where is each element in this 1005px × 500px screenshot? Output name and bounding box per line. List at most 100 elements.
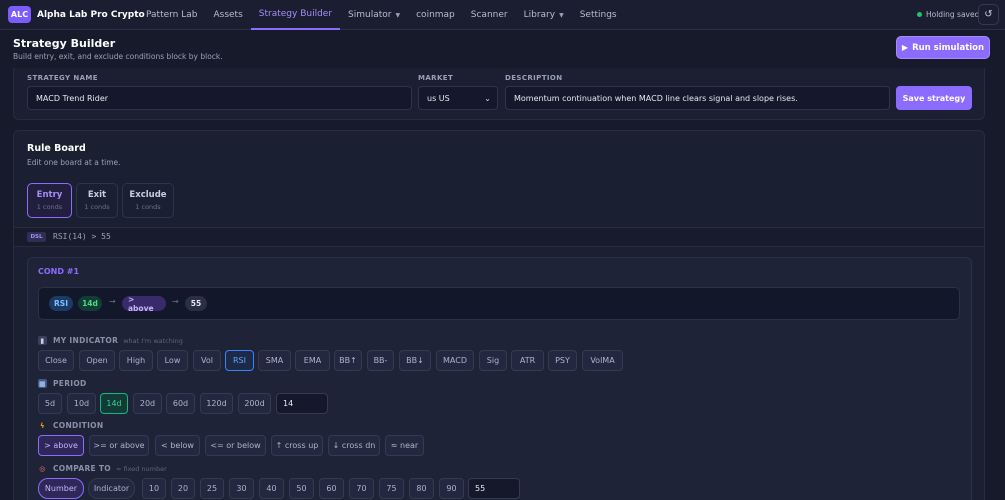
description-label: DESCRIPTION [505, 74, 563, 82]
indicator-chip-rsi[interactable]: RSI [225, 350, 254, 371]
tab-exclude-count: 1 conds [135, 203, 161, 211]
number-chip-80[interactable]: 80 [409, 478, 434, 499]
indicator-chip-ema[interactable]: EMA [295, 350, 330, 371]
tab-exclude[interactable]: Exclude 1 conds [122, 183, 174, 218]
page-title: Strategy Builder [13, 37, 116, 50]
market-value: us US [427, 93, 450, 103]
indicator-chip-vol[interactable]: Vol [193, 350, 221, 371]
holding-status: Holding saved [917, 10, 979, 19]
period-chip-14d[interactable]: 14d [100, 393, 128, 414]
chevron-down-icon: ⌄ [484, 94, 491, 103]
holding-status-label: Holding saved [926, 10, 980, 19]
dsl-badge: DSL [27, 232, 46, 242]
number-chip-10[interactable]: 10 [142, 478, 166, 499]
nav-simulator-label: Simulator [348, 10, 392, 20]
period-chip-200d[interactable]: 200d [238, 393, 271, 414]
chart-icon: ▮ [38, 336, 47, 345]
nav-coinmap[interactable]: coinmap [408, 0, 463, 30]
preview-indicator-pill: RSI [49, 296, 73, 311]
indicator-chip-bb-lower[interactable]: BB↓ [399, 350, 431, 371]
condition-chip-cross-down[interactable]: ↓ cross dn [328, 435, 380, 456]
number-chip-50[interactable]: 50 [289, 478, 314, 499]
top-nav-bar: ALC Alpha Lab Pro Crypto Pattern Lab Ass… [0, 0, 1005, 30]
number-chip-60[interactable]: 60 [319, 478, 344, 499]
condition-chip-or-below[interactable]: <= or below [205, 435, 266, 456]
status-dot-icon [917, 12, 922, 17]
calendar-icon: ▦ [38, 379, 47, 388]
indicator-chip-high[interactable]: High [119, 350, 153, 371]
indicator-chip-macd[interactable]: MACD [436, 350, 474, 371]
indicator-chip-bb-mid[interactable]: BB- [367, 350, 394, 371]
indicator-chip-psy[interactable]: PSY [548, 350, 577, 371]
nav-assets[interactable]: Assets [205, 0, 250, 30]
market-select[interactable]: us US ⌄ [418, 86, 498, 110]
compare-hint: = fixed number [115, 464, 167, 473]
nav-settings[interactable]: Settings [572, 0, 625, 30]
condition-chip-near[interactable]: ≈ near [385, 435, 424, 456]
compare-mode-number[interactable]: Number [38, 478, 84, 499]
tab-exclude-label: Exclude [129, 190, 167, 200]
indicator-chip-atr[interactable]: ATR [511, 350, 544, 371]
number-chip-30[interactable]: 30 [229, 478, 254, 499]
period-label-text: PERIOD [53, 379, 87, 388]
number-chip-70[interactable]: 70 [349, 478, 374, 499]
strategy-name-input[interactable]: MACD Trend Rider [27, 86, 412, 110]
compare-mode-indicator[interactable]: Indicator [88, 478, 135, 499]
run-simulation-button[interactable]: ▶ Run simulation [896, 36, 990, 59]
app-name: Alpha Lab Pro Crypto [37, 9, 145, 20]
condition-chip-cross-up[interactable]: ↑ cross up [271, 435, 323, 456]
indicator-chip-close[interactable]: Close [38, 350, 74, 371]
period-chip-20d[interactable]: 20d [133, 393, 162, 414]
condition-section-label: ϟ CONDITION [38, 421, 103, 430]
tab-exit-label: Exit [87, 190, 107, 200]
brand[interactable]: ALC Alpha Lab Pro Crypto [8, 6, 145, 23]
preview-operator-pill: > above [122, 295, 166, 313]
indicator-chip-bb-upper[interactable]: BB↑ [334, 350, 362, 371]
period-chip-120d[interactable]: 120d [200, 393, 233, 414]
period-chip-5d[interactable]: 5d [38, 393, 62, 414]
indicator-chip-open[interactable]: Open [79, 350, 115, 371]
tab-entry[interactable]: Entry 1 conds [27, 183, 72, 218]
tab-entry-count: 1 conds [36, 203, 63, 211]
refresh-icon[interactable]: ↺ [978, 4, 999, 25]
tab-exit[interactable]: Exit 1 conds [76, 183, 118, 218]
number-chip-25[interactable]: 25 [200, 478, 224, 499]
number-chip-75[interactable]: 75 [379, 478, 404, 499]
number-chip-20[interactable]: 20 [171, 478, 195, 499]
preview-period-pill: 14d [78, 296, 102, 311]
chevron-down-icon: ▼ [395, 11, 401, 19]
number-chip-40[interactable]: 40 [259, 478, 284, 499]
indicator-chip-volma[interactable]: VolMA [582, 350, 623, 371]
period-chip-60d[interactable]: 60d [166, 393, 195, 414]
arrow-right-icon: → [109, 297, 116, 306]
nav-strategy-builder[interactable]: Strategy Builder [250, 0, 341, 30]
indicator-hint: what I'm watching [123, 336, 183, 345]
main-nav: Pattern Lab Assets Strategy Builder Simu… [138, 0, 625, 30]
nav-pattern-lab[interactable]: Pattern Lab [138, 0, 205, 30]
preview-value-pill: 55 [185, 296, 207, 311]
rule-board-subtitle: Edit one board at a time. [27, 158, 121, 167]
description-input[interactable]: Momentum continuation when MACD line cle… [505, 86, 890, 110]
nav-simulator[interactable]: Simulator ▼ [340, 0, 408, 30]
period-chip-10d[interactable]: 10d [67, 393, 96, 414]
condition-chip-above[interactable]: > above [38, 435, 84, 456]
period-custom-input[interactable]: 14 [276, 393, 328, 414]
tab-exit-count: 1 conds [84, 203, 110, 211]
condition-chip-or-above[interactable]: >= or above [89, 435, 149, 456]
play-icon: ▶ [901, 43, 909, 52]
compare-value-input[interactable]: 55 [468, 478, 520, 499]
number-chip-90[interactable]: 90 [439, 478, 464, 499]
indicator-chip-sig[interactable]: Sig [479, 350, 507, 371]
indicator-label-text: MY INDICATOR [53, 336, 119, 345]
condition-chip-below[interactable]: < below [155, 435, 200, 456]
compare-section-label: ◎ COMPARE TO = fixed number [38, 464, 167, 473]
target-icon: ◎ [39, 464, 46, 473]
lightning-icon: ϟ [40, 421, 45, 430]
nav-scanner[interactable]: Scanner [463, 0, 516, 30]
dsl-expression: RSI(14) > 55 [53, 232, 111, 241]
indicator-chip-low[interactable]: Low [157, 350, 188, 371]
save-strategy-button[interactable]: Save strategy [896, 86, 972, 110]
nav-library[interactable]: Library ▼ [516, 0, 572, 30]
indicator-chip-sma[interactable]: SMA [258, 350, 291, 371]
run-simulation-label: Run simulation [912, 42, 985, 53]
